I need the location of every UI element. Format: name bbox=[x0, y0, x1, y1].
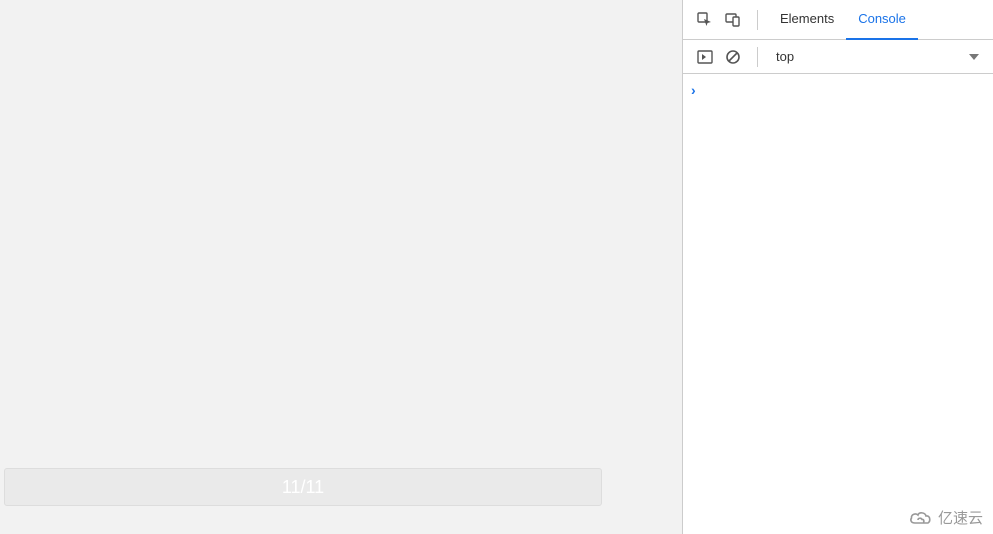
tab-label: Elements bbox=[780, 11, 834, 26]
context-selector[interactable]: top bbox=[768, 49, 985, 64]
devtools-panel: Elements Console top bbox=[683, 0, 993, 534]
chevron-down-icon bbox=[969, 54, 979, 60]
context-label: top bbox=[776, 49, 794, 64]
inspect-element-icon[interactable] bbox=[691, 6, 719, 34]
clear-console-icon[interactable] bbox=[719, 43, 747, 71]
cloud-icon bbox=[908, 509, 934, 527]
separator bbox=[757, 47, 758, 67]
tab-label: Console bbox=[858, 11, 906, 26]
tab-elements[interactable]: Elements bbox=[768, 0, 846, 40]
content-pane: 11/11 bbox=[0, 0, 683, 534]
sidebar-toggle-icon[interactable] bbox=[691, 43, 719, 71]
page-indicator-text: 11/11 bbox=[282, 477, 324, 498]
page-indicator-bar: 11/11 bbox=[4, 468, 602, 506]
app-container: 11/11 Elements Console bbox=[0, 0, 993, 534]
console-prompt-row[interactable]: › bbox=[691, 80, 985, 100]
console-body: › bbox=[683, 74, 993, 534]
device-toggle-icon[interactable] bbox=[719, 6, 747, 34]
devtools-tab-bar: Elements Console bbox=[683, 0, 993, 40]
watermark-text: 亿速云 bbox=[938, 507, 983, 528]
console-toolbar: top bbox=[683, 40, 993, 74]
tab-console[interactable]: Console bbox=[846, 0, 918, 40]
watermark: 亿速云 bbox=[904, 505, 987, 530]
chevron-right-icon: › bbox=[691, 82, 696, 98]
separator bbox=[757, 10, 758, 30]
